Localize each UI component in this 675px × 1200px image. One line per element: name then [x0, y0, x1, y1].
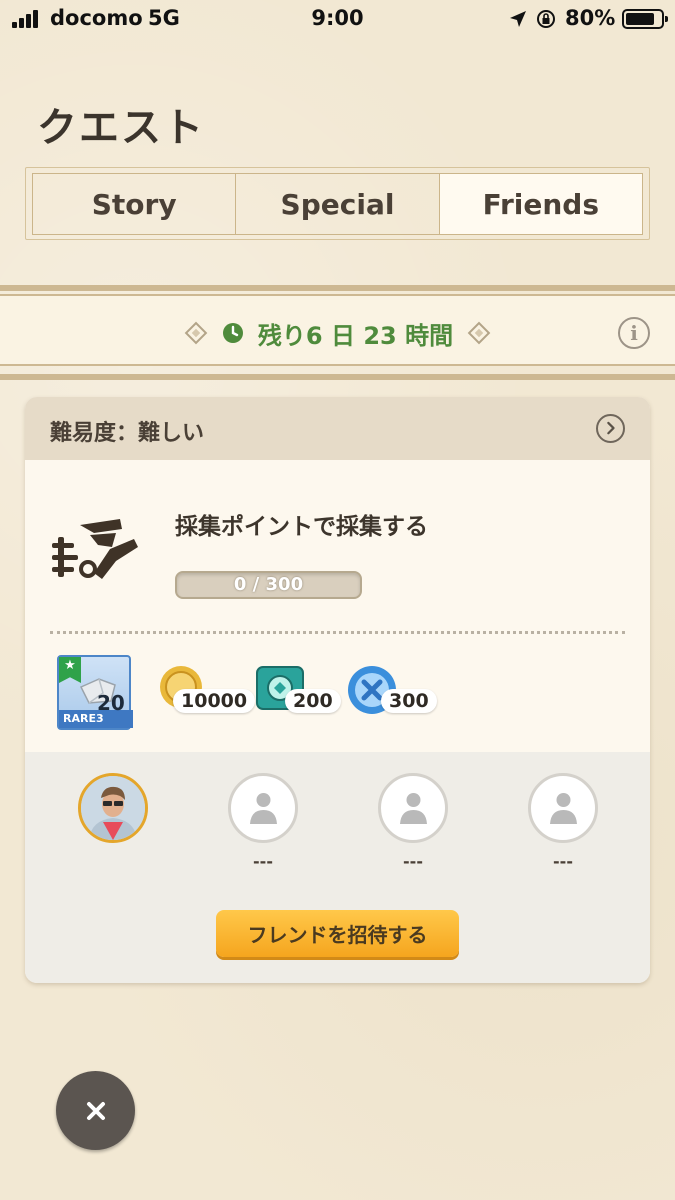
tab-bar: Story Special Friends — [32, 173, 643, 235]
time-remaining: 残り6 日 23 時間 — [257, 321, 454, 350]
reward-orb[interactable]: 300 — [347, 665, 437, 719]
friend-slot-label: --- — [403, 852, 423, 871]
reward-gem[interactable]: 200 — [253, 663, 341, 717]
friend-slot-empty[interactable] — [228, 773, 298, 843]
gathering-icon — [52, 519, 138, 579]
friend-slot-label: --- — [253, 852, 273, 871]
status-bar: docomo 5G 9:00 80% — [0, 0, 675, 38]
close-button[interactable] — [56, 1071, 135, 1150]
diamond-ornament-icon — [467, 321, 491, 345]
tab-special[interactable]: Special — [236, 174, 440, 234]
avatar — [81, 776, 145, 840]
card-header[interactable]: 難易度：難しい — [25, 397, 650, 460]
timer-row: 残り6 日 23 時間 — [0, 313, 675, 353]
invite-friend-button[interactable]: フレンドを招待する — [216, 910, 459, 957]
rotation-lock-icon — [537, 10, 555, 28]
info-icon[interactable]: i — [618, 317, 650, 349]
location-arrow-icon — [510, 11, 526, 27]
friend-slot-empty[interactable] — [528, 773, 598, 843]
battery-percentage: 80% — [565, 6, 616, 30]
diamond-ornament-icon — [184, 321, 208, 345]
band-divider — [0, 285, 675, 291]
material-item-box: ★ RARE3 20 — [57, 655, 133, 730]
band-divider — [0, 364, 675, 366]
reward-count: 20 — [97, 691, 125, 715]
page-title: クエスト — [37, 105, 205, 151]
band-divider — [0, 374, 675, 380]
reward-count: 300 — [381, 689, 437, 713]
reward-count: 200 — [285, 689, 341, 713]
friend-slot-self-avatar[interactable] — [78, 773, 148, 843]
quest-card: 難易度：難しい 採集ポイントで採集する 0 / 300 ★ RARE3 20 1… — [25, 397, 650, 983]
dotted-divider — [50, 631, 625, 634]
friend-slot-label: --- — [553, 852, 573, 871]
close-icon — [86, 1101, 105, 1120]
battery-icon — [622, 9, 668, 29]
tab-friends[interactable]: Friends — [439, 174, 642, 234]
friends-area: --- --- --- フレンドを招待する — [25, 752, 650, 983]
quest-progress-bar: 0 / 300 — [175, 571, 362, 599]
user-placeholder-icon — [400, 793, 427, 824]
friend-slot-empty[interactable] — [378, 773, 448, 843]
user-placeholder-icon — [250, 793, 277, 824]
tab-story[interactable]: Story — [33, 174, 237, 234]
quest-title: 採集ポイントで採集する — [175, 514, 428, 540]
progress-text: 0 / 300 — [233, 574, 304, 595]
clock-icon — [222, 323, 243, 343]
reward-count: 10000 — [173, 689, 256, 713]
reward-coin[interactable]: 10000 — [159, 665, 256, 713]
reward-material[interactable]: ★ RARE3 20 — [57, 655, 133, 730]
chevron-right-icon[interactable] — [596, 414, 625, 443]
user-placeholder-icon — [550, 793, 577, 824]
difficulty-label: 難易度：難しい — [50, 421, 205, 446]
